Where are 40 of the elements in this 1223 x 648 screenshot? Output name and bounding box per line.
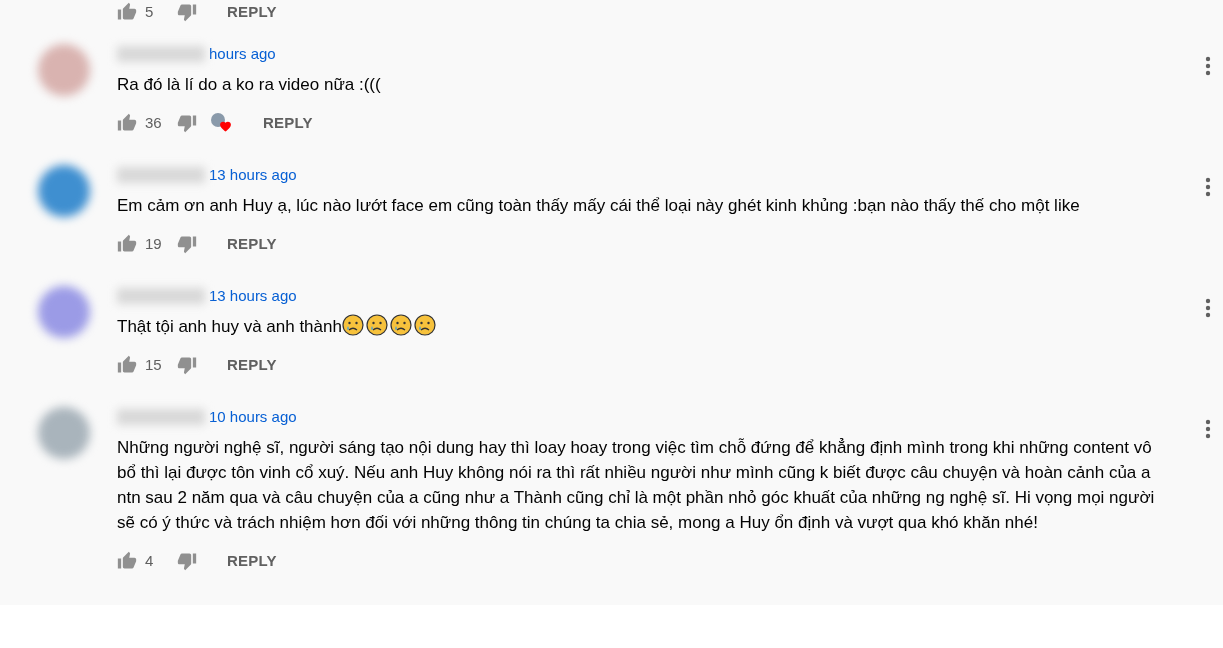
comment-text: Thật tội anh huy và anh thành: [117, 314, 1165, 339]
thumbs-down-icon[interactable]: [177, 551, 197, 571]
like-count: 5: [145, 1, 155, 22]
comment-text: Em cảm ơn anh Huy ạ, lúc nào lướt face em cũng toàn thấy mấy cái thể loại này ghét kinh khủng :bạn nào thấy thế cho một like: [117, 195, 1081, 217]
blurred-avatar: [37, 165, 90, 217]
crying-face-icon: [341, 314, 364, 336]
like-count: 19: [145, 233, 163, 254]
more-options-icon[interactable]: [1205, 419, 1211, 439]
more-options-icon[interactable]: [1205, 56, 1211, 76]
like-count: 15: [145, 354, 163, 375]
thumbs-up-icon[interactable]: [117, 2, 137, 22]
crying-face-icon: [365, 314, 388, 336]
crying-face-icon: [389, 314, 412, 336]
thumbs-down-icon[interactable]: [177, 234, 197, 254]
thumbs-down-icon[interactable]: [177, 355, 197, 375]
reply-button[interactable]: REPLY: [221, 232, 283, 256]
more-options-icon[interactable]: [1205, 177, 1211, 197]
comment-time[interactable]: 13 hours ago: [209, 284, 297, 308]
like-count: 36: [145, 112, 163, 133]
thumbs-down-icon[interactable]: [177, 2, 197, 22]
thumbs-up-icon[interactable]: [117, 113, 137, 133]
thumbs-up-icon[interactable]: [117, 355, 137, 375]
thumbs-up-icon[interactable]: [117, 551, 137, 571]
comment-text: Những người nghệ sĩ, người sáng tạo nội dung hay thì loay hoay trong việc tìm chỗ đứng để khẳng định mình trong khi những content vô bổ thì lại được tôn vinh cổ xuý. Nếu anh Huy không nói ra thì rất nhiều người như mình cũng k biết được câu chuyện và hoàn cảnh của a ntn sau 2 năm qua và câu chuyện của a cũng như a Thành cũng chỉ là một phần nhỏ góc khuất của những ng nghệ sĩ. Hi vọng mọi người sẽ có ý thức và trách nhiệm hơn đối với những thông tin chúng ta chia sẻ, mong a Huy ổn định và vượt qua khó khăn nhé!: [117, 437, 1156, 534]
reply-button[interactable]: REPLY: [221, 549, 283, 573]
comment-time[interactable]: 10 hours ago: [209, 405, 297, 429]
more-options-icon[interactable]: [1205, 298, 1211, 318]
reply-button[interactable]: REPLY: [257, 111, 319, 135]
comment-time[interactable]: hours ago: [209, 42, 276, 66]
comment-time[interactable]: 13 hours ago: [209, 163, 297, 187]
blurred-avatar: [37, 286, 90, 338]
blurred-avatar: [37, 407, 90, 459]
like-count: 4: [145, 550, 155, 571]
blurred-avatar: [37, 44, 90, 96]
crying-face-icon: [413, 314, 436, 336]
thumbs-down-icon[interactable]: [177, 113, 197, 133]
comment-text: Ra đó là lí do a ko ra video nữa :(((: [117, 74, 382, 96]
reply-button[interactable]: REPLY: [221, 0, 283, 24]
reply-button[interactable]: REPLY: [221, 353, 283, 377]
thumbs-up-icon[interactable]: [117, 234, 137, 254]
